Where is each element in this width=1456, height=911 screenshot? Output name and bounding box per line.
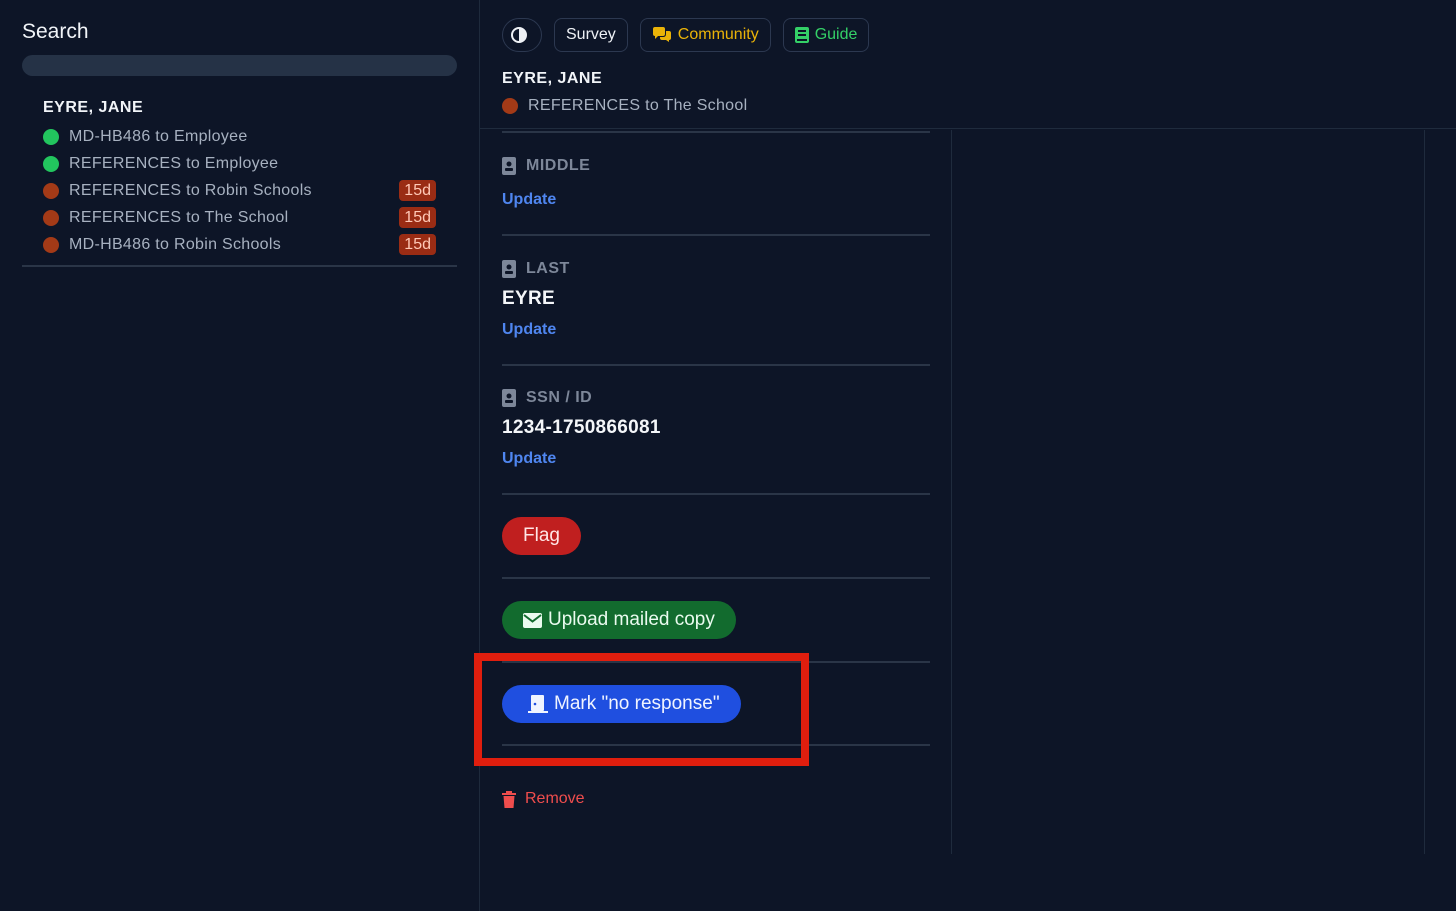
header-divider [480, 128, 1456, 129]
update-ssn-link[interactable]: Update [502, 450, 556, 468]
field-label-text: MIDDLE [526, 157, 591, 174]
request-item[interactable]: REFERENCES to Employee [43, 150, 436, 177]
section-divider [502, 661, 930, 663]
request-label: MD-HB486 to Robin Schools [69, 235, 282, 253]
survey-label: Survey [566, 26, 616, 43]
section-divider [502, 364, 930, 366]
request-label: REFERENCES to Employee [69, 154, 279, 172]
status-dot [43, 128, 59, 145]
section-divider [502, 131, 930, 133]
contrast-icon [511, 27, 527, 43]
age-badge: 15d [399, 234, 436, 255]
status-dot [43, 236, 59, 253]
field-label-ssn: SSN / ID [502, 389, 592, 407]
person-name[interactable]: EYRE, JANE [43, 99, 143, 117]
request-item[interactable]: MD-HB486 to Employee [43, 123, 436, 150]
app-window: Search EYRE, JANE MD-HB486 to Employee R… [0, 0, 1456, 911]
age-badge: 15d [399, 180, 436, 201]
update-last-link[interactable]: Update [502, 321, 556, 339]
request-item[interactable]: REFERENCES to The School 15d [43, 204, 436, 231]
column-divider [1424, 130, 1425, 854]
status-dot [43, 182, 59, 199]
no-response-label: Mark "no response" [554, 693, 720, 714]
remove-label: Remove [525, 790, 585, 807]
field-label-last: LAST [502, 260, 570, 278]
theme-toggle-button[interactable] [502, 18, 542, 52]
flag-button[interactable]: Flag [502, 517, 581, 555]
request-label: REFERENCES to The School [69, 208, 289, 226]
request-list: MD-HB486 to Employee REFERENCES to Emplo… [43, 123, 436, 258]
book-icon [794, 27, 809, 43]
record-title: EYRE, JANE [502, 70, 603, 87]
section-divider [502, 493, 930, 495]
sidebar-divider [22, 265, 457, 267]
guide-button[interactable]: Guide [782, 18, 870, 52]
field-label-middle: MIDDLE [502, 157, 590, 175]
id-badge-icon [502, 157, 516, 175]
guide-label: Guide [814, 26, 858, 43]
section-divider [502, 577, 930, 579]
request-label: REFERENCES to The School [528, 97, 748, 114]
field-value-ssn: 1234-1750866081 [502, 417, 661, 438]
flag-label: Flag [523, 525, 560, 546]
door-icon [528, 695, 548, 713]
status-dot [43, 209, 59, 226]
remove-link[interactable]: Remove [502, 790, 585, 808]
id-badge-icon [502, 389, 516, 407]
envelope-icon [523, 612, 542, 628]
field-label-text: LAST [526, 260, 570, 277]
community-button[interactable]: Community [639, 18, 771, 52]
request-item[interactable]: MD-HB486 to Robin Schools 15d [43, 231, 436, 258]
status-dot [43, 155, 59, 172]
update-middle-link[interactable]: Update [502, 191, 556, 209]
field-value-last: EYRE [502, 288, 555, 309]
mark-no-response-button[interactable]: Mark "no response" [502, 685, 741, 723]
search-input[interactable] [22, 55, 457, 76]
request-item[interactable]: REFERENCES to Robin Schools 15d [43, 177, 436, 204]
column-divider [951, 130, 952, 854]
search-title: Search [22, 20, 89, 43]
upload-label: Upload mailed copy [548, 609, 715, 630]
section-divider [502, 744, 930, 746]
sidebar: Search EYRE, JANE MD-HB486 to Employee R… [0, 0, 480, 911]
field-label-text: SSN / ID [526, 389, 593, 406]
trash-icon [502, 790, 516, 808]
toolbar: Survey Community Guide [502, 18, 870, 52]
comments-icon [652, 27, 671, 42]
request-label: MD-HB486 to Employee [69, 127, 248, 145]
upload-mailed-copy-button[interactable]: Upload mailed copy [502, 601, 736, 639]
section-divider [502, 234, 930, 236]
status-dot [502, 98, 518, 114]
survey-button[interactable]: Survey [554, 18, 628, 52]
record-subtitle: REFERENCES to The School [502, 97, 747, 115]
community-label: Community [677, 26, 759, 43]
id-badge-icon [502, 260, 516, 278]
request-label: REFERENCES to Robin Schools [69, 181, 312, 199]
age-badge: 15d [399, 207, 436, 228]
